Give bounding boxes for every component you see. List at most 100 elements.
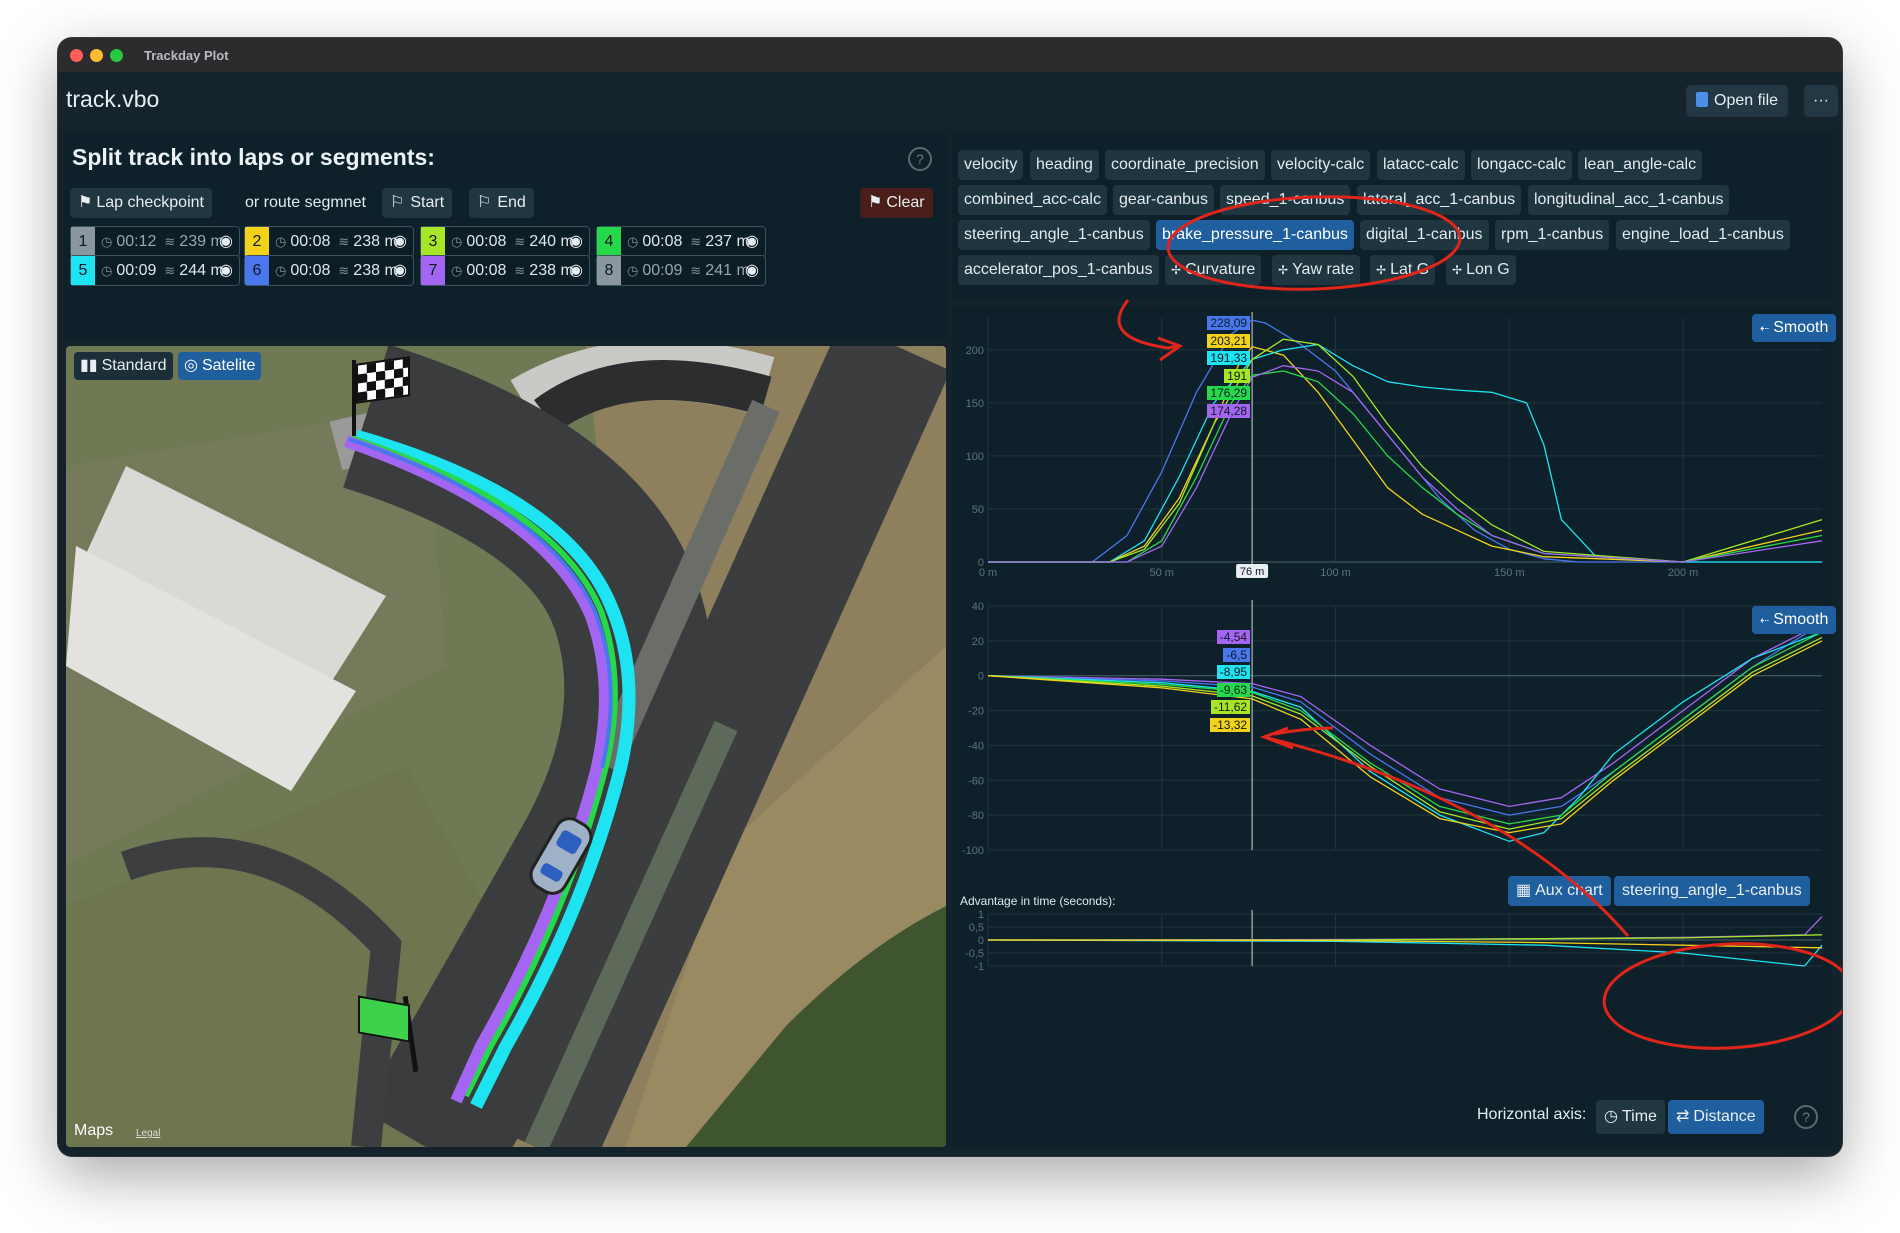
visibility-eye-icon[interactable]: ◉ [219,227,233,256]
title-bar: Trackday Plot [58,38,1842,72]
channel-tag-gear-canbus[interactable]: gear-canbus [1113,185,1214,215]
smooth-button-1[interactable]: ⇠ Smooth [1752,314,1837,342]
lap-item-2[interactable]: 2 ◷ 00:08 ≋ 238 m ◉ [244,226,414,257]
y-tick-label: 150 [966,398,984,410]
file-icon [1696,92,1708,107]
cursor-value-label: 176,29 [1207,386,1251,400]
distance-icon: ⇄ [1676,1108,1690,1125]
satellite-map-button[interactable]: ◎ Satelite [178,352,262,380]
start-button[interactable]: ⚐ Start [382,188,453,218]
time-axis-button[interactable]: ◷ Time [1596,1100,1665,1134]
series-line-0 [987,916,1823,941]
brake-pressure-chart[interactable]: 2001501005000 m 50 m 100 m 150 m 200 m76 m [952,306,1832,596]
cursor-value-label: 191,33 [1207,351,1251,365]
visibility-eye-icon[interactable]: ◉ [219,256,233,285]
channel-tag-lon-g[interactable]: ✢ Lon G [1446,255,1516,285]
channel-tag-velocity-calc[interactable]: velocity-calc [1271,150,1371,180]
visibility-eye-icon[interactable]: ◉ [393,227,407,256]
lap-item-3[interactable]: 3 ◷ 00:08 ≋ 240 m ◉ [420,226,590,257]
or-route-label: or route segmnet [245,194,366,211]
channel-tag-speed-1-canbus[interactable]: speed_1-canbus [1220,185,1351,215]
visibility-eye-icon[interactable]: ◉ [569,227,583,256]
channel-tag-label: gear-canbus [1119,191,1208,208]
channel-tag-curvature[interactable]: ✢ Curvature [1165,255,1262,285]
split-help-icon[interactable]: ? [908,147,932,171]
distance-axis-button[interactable]: ⇄ Distance [1668,1100,1764,1134]
series-line-4 [987,636,1823,830]
channel-tag-lateral-acc-1-canbus[interactable]: lateral_acc_1-canbus [1357,185,1522,215]
standard-map-button[interactable]: ▮▮ Standard [74,352,173,380]
channel-tag-digital-1-canbus[interactable]: digital_1-canbus [1360,220,1489,250]
channel-tag-lean-angle-calc[interactable]: lean_angle-calc [1578,150,1703,180]
channel-tag-velocity[interactable]: velocity [958,150,1024,180]
clear-button[interactable]: ⚑ Clear [860,188,933,218]
lap-item-7[interactable]: 7 ◷ 00:08 ≋ 238 m ◉ [420,255,590,286]
minimize-window-button[interactable] [90,49,103,62]
legal-link[interactable]: Legal [136,1128,160,1139]
lap-checkpoint-button[interactable]: ⚑ Lap checkpoint [70,188,212,218]
channel-tag-brake-pressure-1-canbus[interactable]: brake_pressure_1-canbus [1156,220,1354,250]
lap-distance: 237 m [705,233,750,250]
channel-tag-longacc-calc[interactable]: longacc-calc [1471,150,1572,180]
aux-chart-button[interactable]: ▦ Aux chart [1508,876,1611,906]
cursor-value-label: -6,5 [1223,647,1251,662]
cursor-value-label: -4,54 [1216,630,1251,644]
y-tick-label: -0,5 [965,948,984,960]
apple-maps-logo: Maps [74,1122,114,1139]
channel-tag-engine-load-1-canbus[interactable]: engine_load_1-canbus [1616,220,1790,250]
channel-tag-steering-angle-1-canbus[interactable]: steering_angle_1-canbus [958,220,1150,250]
channel-tag-lat-g[interactable]: ✢ Lat G [1370,255,1436,285]
channel-tag-rpm-1-canbus[interactable]: rpm_1-canbus [1495,220,1610,250]
open-file-button[interactable]: Open file [1686,85,1789,117]
channel-tag-yaw-rate[interactable]: ✢ Yaw rate [1272,255,1361,285]
file-name: track.vbo [66,86,160,112]
smooth-button-2[interactable]: ⇠ Smooth [1752,606,1837,634]
visibility-eye-icon[interactable]: ◉ [569,256,583,285]
visibility-eye-icon[interactable]: ◉ [393,256,407,285]
smooth-icon: ⇠ [1760,323,1770,335]
smooth-label-1: Smooth [1773,319,1829,336]
channel-tag-label: coordinate_precision [1111,156,1259,173]
lap-time: 00:08 [290,233,331,250]
y-tick-label: -20 [968,706,984,718]
lap-distance: 238 m [353,262,398,279]
end-button[interactable]: ⚐ End [469,188,534,218]
channel-tag-accelerator-pos-1-canbus[interactable]: accelerator_pos_1-canbus [958,255,1159,285]
lap-number-badge: 8 [597,256,621,285]
more-menu-button[interactable]: ··· [1804,85,1838,117]
lap-distance: 239 m [179,233,224,250]
channel-tag-coordinate-precision[interactable]: coordinate_precision [1105,150,1265,180]
lap-distance: 240 m [529,233,574,250]
aux-channel-button[interactable]: steering_angle_1-canbus [1614,876,1810,906]
zoom-window-button[interactable] [110,49,123,62]
lap-item-6[interactable]: 6 ◷ 00:08 ≋ 238 m ◉ [244,255,414,286]
channel-tag-label: velocity-calc [1277,156,1365,173]
start-flag-icon: ⚐ [390,194,405,211]
channel-tag-label: brake_pressure_1-canbus [1162,226,1348,243]
axis-help-icon[interactable]: ? [1794,1105,1818,1129]
lap-number-badge: 7 [421,256,445,285]
lap-item-4[interactable]: 4 ◷ 00:08 ≋ 237 m ◉ [596,226,766,257]
cursor-value-label: -8,95 [1216,665,1251,679]
advantage-chart[interactable]: 10,50-0,5-1 [952,910,1832,986]
steering-angle-chart[interactable]: 40 20 0 -20 -40 -60 -80 -100 [952,598,1832,858]
lap-item-8[interactable]: 8 ◷ 00:09 ≋ 241 m ◉ [596,255,766,286]
lap-number-badge: 4 [597,227,621,256]
y-tick-label: -1 [974,961,984,973]
x-tick-label: 50 m [1150,567,1174,579]
lap-distance: 241 m [705,262,750,279]
channel-tag-latacc-calc[interactable]: latacc-calc [1377,150,1465,180]
distance-icon: ≋ [514,263,526,278]
close-window-button[interactable] [70,49,83,62]
app-header: track.vbo Open file ··· [58,72,1842,130]
channel-tag-heading[interactable]: heading [1030,150,1099,180]
channel-tag-longitudinal-acc-1-canbus[interactable]: longitudinal_acc_1-canbus [1528,185,1730,215]
lap-time: 00:08 [466,262,507,279]
track-map[interactable]: ▮▮ Standard ◎ Satelite Maps Legal [66,346,946,1147]
channel-tag-combined-acc-calc[interactable]: combined_acc-calc [958,185,1107,215]
visibility-eye-icon[interactable]: ◉ [745,227,759,256]
lap-item-5[interactable]: 5 ◷ 00:09 ≋ 244 m ◉ [70,255,240,286]
lap-item-1[interactable]: 1 ◷ 00:12 ≋ 239 m ◉ [70,226,240,257]
visibility-eye-icon[interactable]: ◉ [745,256,759,285]
lap-number-badge: 5 [71,256,95,285]
